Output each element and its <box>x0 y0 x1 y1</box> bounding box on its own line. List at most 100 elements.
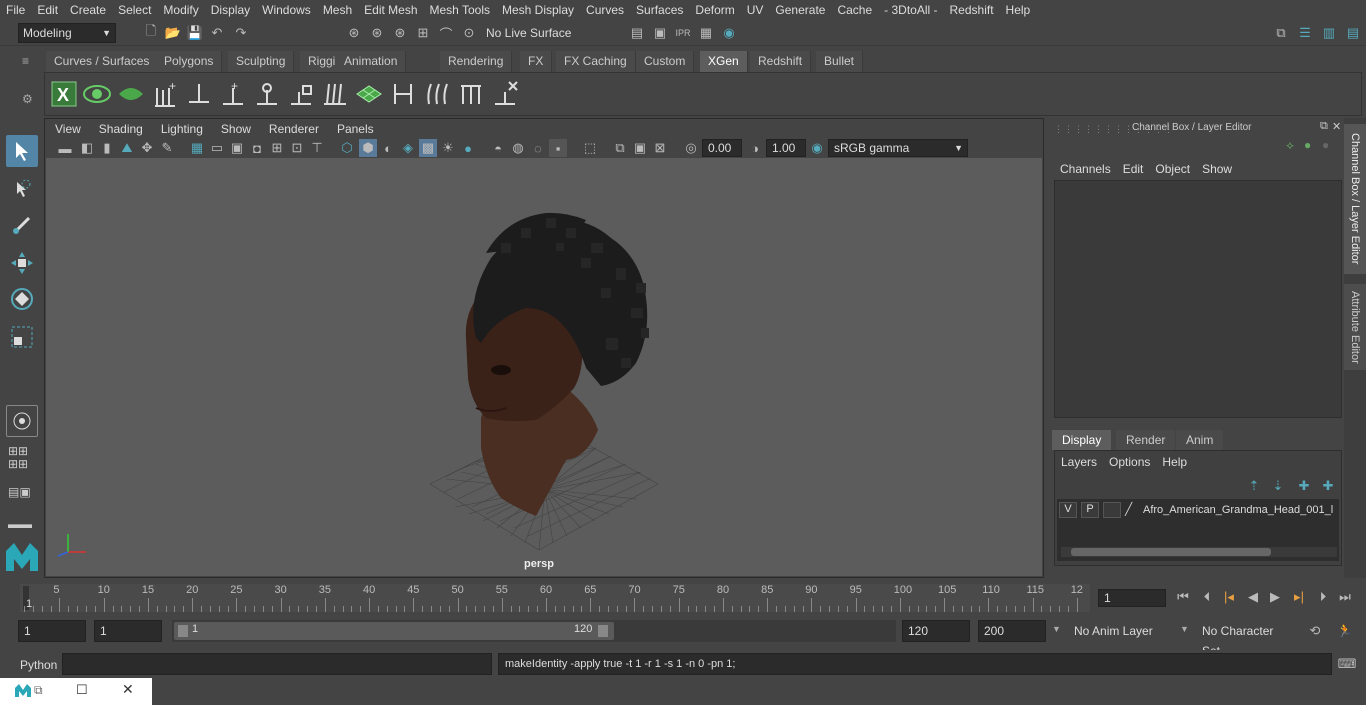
tab-attribute-editor[interactable]: Attribute Editor <box>1344 284 1366 370</box>
select-by-object-icon[interactable]: ⊛ <box>368 24 386 42</box>
move-guide-icon[interactable] <box>184 79 214 109</box>
layer-scrollbar[interactable] <box>1061 547 1337 557</box>
maya-app-icon[interactable] <box>14 683 32 699</box>
go-to-start-icon[interactable]: ⏮ <box>1174 588 1192 606</box>
restore-icon[interactable]: ⧉ <box>34 683 43 698</box>
hypershade-icon[interactable]: ◉ <box>720 24 738 42</box>
undo-icon[interactable]: ↶ <box>208 24 226 42</box>
bend-guide-icon[interactable] <box>422 79 452 109</box>
panel-menu-show[interactable]: Show <box>212 122 260 136</box>
shelf-tab-redshift[interactable]: Redshift <box>750 51 812 72</box>
layer-menu-help[interactable]: Help <box>1156 455 1193 471</box>
menu-redshift[interactable]: Redshift <box>944 3 1000 17</box>
grid-toggle-icon[interactable]: ▦ <box>188 139 206 157</box>
new-layer-icon[interactable]: ✚ <box>1295 477 1313 495</box>
resolution-gate-icon[interactable]: ▣ <box>228 139 246 157</box>
color-management-icon[interactable]: ◉ <box>808 139 826 157</box>
sculpt-guide-icon[interactable]: + <box>218 79 248 109</box>
menu-uv[interactable]: UV <box>741 3 770 17</box>
new-scene-icon[interactable]: 🗋 <box>142 23 160 42</box>
delete-guide-icon[interactable] <box>490 79 520 109</box>
menu-help[interactable]: Help <box>1000 3 1037 17</box>
tab-channel-box[interactable]: Channel Box / Layer Editor <box>1344 124 1366 274</box>
menu-edit[interactable]: Edit <box>31 3 64 17</box>
auto-key-icon[interactable]: ⟲ <box>1306 622 1324 640</box>
use-all-lights-icon[interactable]: ▩ <box>419 139 437 157</box>
shelf-tab-rendering[interactable]: Rendering <box>440 51 513 72</box>
new-layer-selected-icon[interactable]: ✚ <box>1319 477 1337 495</box>
camera-select-icon[interactable]: ▬ <box>56 139 74 157</box>
ipr-render-icon[interactable]: IPR <box>674 24 692 42</box>
float-panel-icon[interactable]: ⧉ <box>1320 120 1328 133</box>
playback-start-field[interactable]: 1 <box>94 620 162 642</box>
wireframe-icon[interactable]: ⬡ <box>338 139 356 157</box>
guide-strands-icon[interactable] <box>320 79 350 109</box>
move-layer-down-icon[interactable]: ⇣ <box>1269 477 1287 495</box>
step-forward-icon[interactable]: ⏵ <box>1314 588 1332 606</box>
panel-menu-shading[interactable]: Shading <box>90 122 152 136</box>
menu-curves[interactable]: Curves <box>580 3 630 17</box>
gamma-icon[interactable]: ◑ <box>746 139 764 157</box>
open-scene-icon[interactable]: 📂 <box>164 24 182 42</box>
save-scene-icon[interactable]: 💾 <box>186 24 204 42</box>
2d-pan-zoom-icon[interactable]: ✥ <box>138 139 156 157</box>
panel-menu-view[interactable]: View <box>46 122 90 136</box>
shelf-tab-custom[interactable]: Custom <box>636 51 695 72</box>
perspective-viewport[interactable]: persp <box>46 158 1042 576</box>
live-surface-field[interactable]: No Live Surface <box>482 24 574 42</box>
paint-select-tool[interactable] <box>6 209 38 241</box>
range-end-handle[interactable] <box>598 625 608 637</box>
channel-menu-channels[interactable]: Channels <box>1054 162 1117 178</box>
range-track[interactable]: 1 120 <box>172 620 896 642</box>
field-chart-icon[interactable]: ⊞ <box>268 139 286 157</box>
guide-visibility-icon[interactable] <box>252 79 282 109</box>
depth-of-field-icon[interactable]: ◌ <box>529 139 547 157</box>
move-layer-up-icon[interactable]: ⇡ <box>1245 477 1263 495</box>
cut-guide-icon[interactable] <box>388 79 418 109</box>
multisample-aa-icon[interactable]: ◍ <box>509 139 527 157</box>
playback-end-field[interactable]: 120 <box>902 620 970 642</box>
xgen-leaf-icon[interactable] <box>116 79 146 109</box>
menu-surfaces[interactable]: Surfaces <box>630 3 689 17</box>
script-language-label[interactable]: Python <box>20 658 57 672</box>
anim-layer-select[interactable]: No Anim Layer <box>1068 620 1176 642</box>
xgen-editor-icon[interactable]: X <box>49 79 79 109</box>
density-paint-icon[interactable] <box>354 79 384 109</box>
comb-guide-icon[interactable] <box>456 79 486 109</box>
two-pane-layout-icon[interactable]: ▤▣ <box>8 485 36 509</box>
layer-tab-render[interactable]: Render <box>1116 430 1176 450</box>
scrollbar-thumb[interactable] <box>1071 548 1271 556</box>
select-tool[interactable] <box>6 135 38 167</box>
outliner-layout-icon[interactable]: ▬▬ <box>8 517 36 537</box>
step-back-key-icon[interactable]: |◂ <box>1220 588 1238 606</box>
wireframe-on-shaded-icon[interactable]: ◐ <box>379 139 397 157</box>
layer-menu-layers[interactable]: Layers <box>1055 455 1103 471</box>
grease-pencil-icon[interactable]: ✎ <box>158 139 176 157</box>
channel-box-toggle-icon[interactable]: ▤ <box>1344 24 1362 42</box>
xray-joints-icon[interactable]: ⧉ <box>611 139 629 157</box>
channel-menu-edit[interactable]: Edit <box>1117 162 1150 178</box>
safe-action-icon[interactable]: ⊡ <box>288 139 306 157</box>
menu-file[interactable]: File <box>0 3 31 17</box>
panel-menu-panels[interactable]: Panels <box>328 122 383 136</box>
film-gate-icon[interactable]: ▭ <box>208 139 226 157</box>
shelf-tab-bullet[interactable]: Bullet <box>816 51 864 72</box>
menu-cache[interactable]: Cache <box>831 3 878 17</box>
layer-tab-anim[interactable]: Anim <box>1176 430 1224 450</box>
xray-icon[interactable]: ⬚ <box>581 139 599 157</box>
quad-layout-icon[interactable]: ⊞⊞ ⊞⊞ <box>8 445 36 473</box>
exposure-icon[interactable]: ◎ <box>682 139 700 157</box>
layer-tab-display[interactable]: Display <box>1052 430 1112 450</box>
maximize-icon[interactable]: ☐ <box>76 682 88 698</box>
panel-menu-lighting[interactable]: Lighting <box>152 122 212 136</box>
attribute-editor-icon[interactable]: ☰ <box>1296 24 1314 42</box>
chevron-down-icon[interactable]: ▼ <box>1052 624 1061 634</box>
shelf-tab-fx-caching[interactable]: FX Caching <box>556 51 636 72</box>
panel-menu-renderer[interactable]: Renderer <box>260 122 328 136</box>
menu-deform[interactable]: Deform <box>689 3 740 17</box>
layer-color-icon[interactable]: ╱ <box>1125 502 1139 518</box>
go-to-end-icon[interactable]: ⏭ <box>1336 588 1354 606</box>
range-bar[interactable]: 1 120 <box>174 622 614 640</box>
gate-mask-icon[interactable]: ◘ <box>248 139 266 157</box>
menu-edit-mesh[interactable]: Edit Mesh <box>358 3 423 17</box>
